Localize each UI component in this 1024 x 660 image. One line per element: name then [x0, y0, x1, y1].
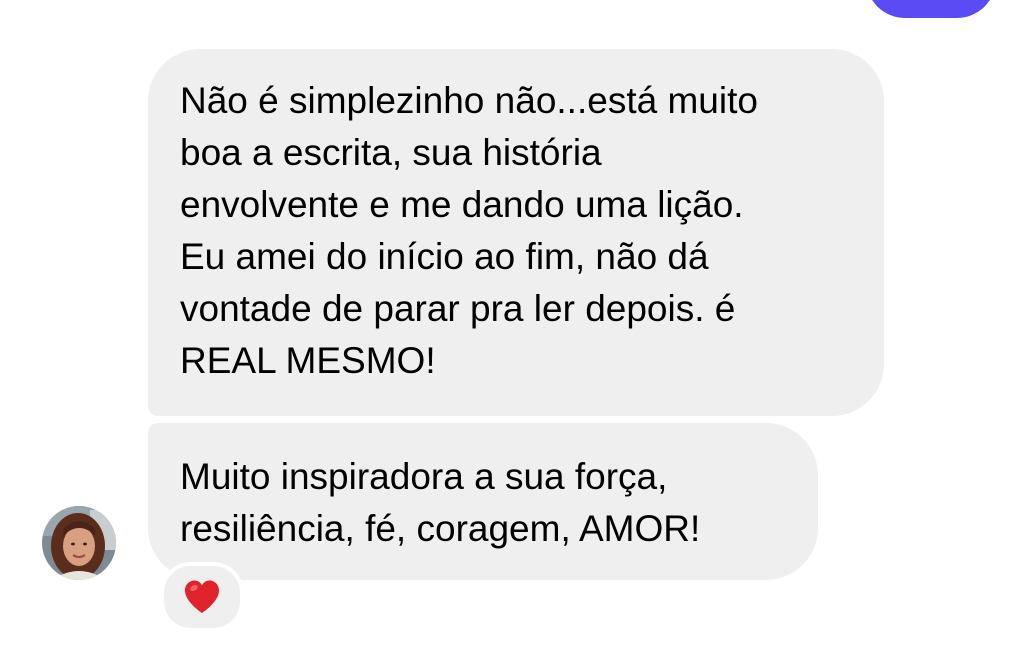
- avatar-photo: [42, 506, 116, 580]
- message-text: Muito inspiradora a sua força, resiliênc…: [180, 456, 701, 549]
- chat-thread: Não é simplezinho não...está muito boa a…: [0, 0, 1024, 660]
- message-text: Não é simplezinho não...está muito boa a…: [180, 80, 758, 381]
- avatar[interactable]: [42, 506, 116, 580]
- sent-message-bubble[interactable]: [866, 0, 996, 18]
- reaction-badge[interactable]: [160, 562, 244, 632]
- received-message-bubble[interactable]: Não é simplezinho não...está muito boa a…: [148, 49, 884, 416]
- heart-icon: [185, 580, 219, 613]
- received-message-bubble[interactable]: Muito inspiradora a sua força, resiliênc…: [148, 423, 818, 580]
